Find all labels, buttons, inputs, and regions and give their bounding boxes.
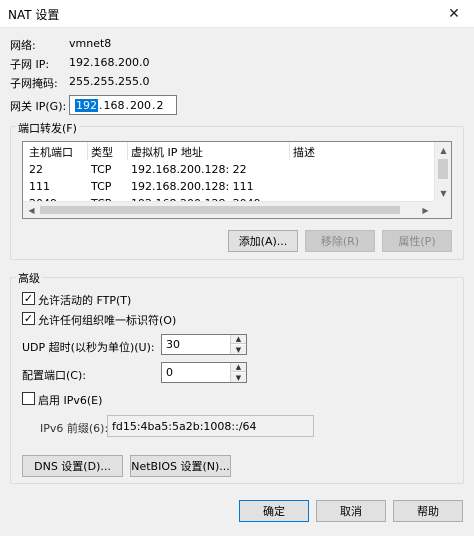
allow-any-oui-label[interactable]: 允许任何组织唯一标识符(O) xyxy=(38,312,176,328)
subnet-ip-label: 子网 IP: xyxy=(10,58,50,71)
close-icon[interactable]: ✕ xyxy=(434,0,474,28)
subnet-mask-value: 255.255.255.0 xyxy=(69,75,150,88)
cell-host-port: 111 xyxy=(29,180,50,193)
udp-timeout-stepper[interactable]: 30 ▲ ▼ xyxy=(161,334,247,355)
gateway-ip-octet-1[interactable]: 192 xyxy=(75,98,98,112)
allow-any-oui-checkbox[interactable]: ✓ xyxy=(22,312,35,325)
properties-button[interactable]: 属性(P) xyxy=(382,230,452,252)
table-row[interactable]: 22 TCP 192.168.200.128: 22 xyxy=(23,163,435,179)
subnet-ip-value: 192.168.200.0 xyxy=(69,56,150,69)
gateway-ip-input[interactable]: 192 . 168 . 200 . 2 xyxy=(69,95,177,115)
stepper-arrows: ▲ ▼ xyxy=(230,335,246,354)
dns-settings-button[interactable]: DNS 设置(D)... xyxy=(22,455,123,477)
udp-timeout-label: UDP 超时(以秒为单位)(U): xyxy=(22,341,155,354)
scroll-thumb[interactable] xyxy=(438,159,448,179)
cell-vm-ip: 192.168.200.128: 111 xyxy=(131,180,254,193)
window-title: NAT 设置 xyxy=(8,8,60,22)
gateway-ip-octet-4[interactable]: 2 xyxy=(157,99,164,112)
decrement-icon[interactable]: ▼ xyxy=(231,373,246,382)
scroll-thumb[interactable] xyxy=(40,206,400,214)
cell-type: TCP xyxy=(91,163,112,176)
add-button[interactable]: 添加(A)... xyxy=(228,230,298,252)
port-forwarding-list[interactable]: 主机端口 类型 虚拟机 IP 地址 描述 22 TCP 192.168.200.… xyxy=(22,141,452,219)
enable-ipv6-checkbox[interactable] xyxy=(22,392,35,405)
allow-active-ftp-label[interactable]: 允许活动的 FTP(T) xyxy=(38,292,131,308)
remove-button[interactable]: 移除(R) xyxy=(305,230,375,252)
column-type[interactable]: 类型 xyxy=(91,144,113,160)
list-header: 主机端口 类型 虚拟机 IP 地址 描述 xyxy=(23,142,435,160)
gateway-ip-label: 网关 IP(G): xyxy=(10,100,67,113)
column-vm-ip[interactable]: 虚拟机 IP 地址 xyxy=(131,144,203,160)
scroll-right-icon[interactable]: ▶ xyxy=(417,202,434,218)
ipv6-prefix-value: fd15:4ba5:5a2b:1008::/64 xyxy=(112,419,257,433)
column-host-port[interactable]: 主机端口 xyxy=(29,144,73,160)
cell-host-port: 22 xyxy=(29,163,43,176)
netbios-settings-button[interactable]: NetBIOS 设置(N)... xyxy=(130,455,231,477)
scroll-down-icon[interactable]: ▼ xyxy=(435,185,451,202)
horizontal-scrollbar[interactable]: ◀ ▶ xyxy=(23,201,451,218)
scroll-left-icon[interactable]: ◀ xyxy=(23,202,40,218)
ipv6-prefix-input[interactable]: fd15:4ba5:5a2b:1008::/64 xyxy=(107,415,314,437)
column-divider[interactable] xyxy=(127,142,128,160)
network-value: vmnet8 xyxy=(69,37,112,50)
allow-active-ftp-checkbox[interactable]: ✓ xyxy=(22,292,35,305)
decrement-icon[interactable]: ▼ xyxy=(231,345,246,354)
gateway-ip-octet-3[interactable]: 200 xyxy=(130,99,151,112)
scroll-corner xyxy=(434,201,451,218)
port-forwarding-title: 端口转发(F) xyxy=(16,120,79,136)
column-divider[interactable] xyxy=(289,142,290,160)
config-port-value[interactable]: 0 xyxy=(166,366,173,379)
config-port-label: 配置端口(C): xyxy=(22,369,86,382)
title-bar: NAT 设置 ✕ xyxy=(0,0,474,28)
cell-vm-ip: 192.168.200.128: 22 xyxy=(131,163,247,176)
increment-icon[interactable]: ▲ xyxy=(231,335,246,344)
column-divider[interactable] xyxy=(87,142,88,160)
increment-icon[interactable]: ▲ xyxy=(231,363,246,372)
subnet-mask-label: 子网掩码: xyxy=(10,77,58,90)
column-description[interactable]: 描述 xyxy=(293,144,315,160)
ok-button[interactable]: 确定 xyxy=(239,500,309,522)
stepper-arrows: ▲ ▼ xyxy=(230,363,246,382)
udp-timeout-value[interactable]: 30 xyxy=(166,338,180,351)
enable-ipv6-label[interactable]: 启用 IPv6(E) xyxy=(38,392,102,408)
config-port-stepper[interactable]: 0 ▲ ▼ xyxy=(161,362,247,383)
network-label: 网络: xyxy=(10,39,36,52)
cell-type: TCP xyxy=(91,180,112,193)
help-button[interactable]: 帮助 xyxy=(393,500,463,522)
gateway-ip-octet-2[interactable]: 168 xyxy=(104,99,125,112)
ipv6-prefix-label: IPv6 前缀(6): xyxy=(40,422,109,435)
cancel-button[interactable]: 取消 xyxy=(316,500,386,522)
advanced-title: 高级 xyxy=(16,270,42,286)
table-row[interactable]: 111 TCP 192.168.200.128: 111 xyxy=(23,180,435,196)
vertical-scrollbar[interactable]: ▲ ▼ xyxy=(434,142,451,202)
scroll-up-icon[interactable]: ▲ xyxy=(435,142,451,159)
